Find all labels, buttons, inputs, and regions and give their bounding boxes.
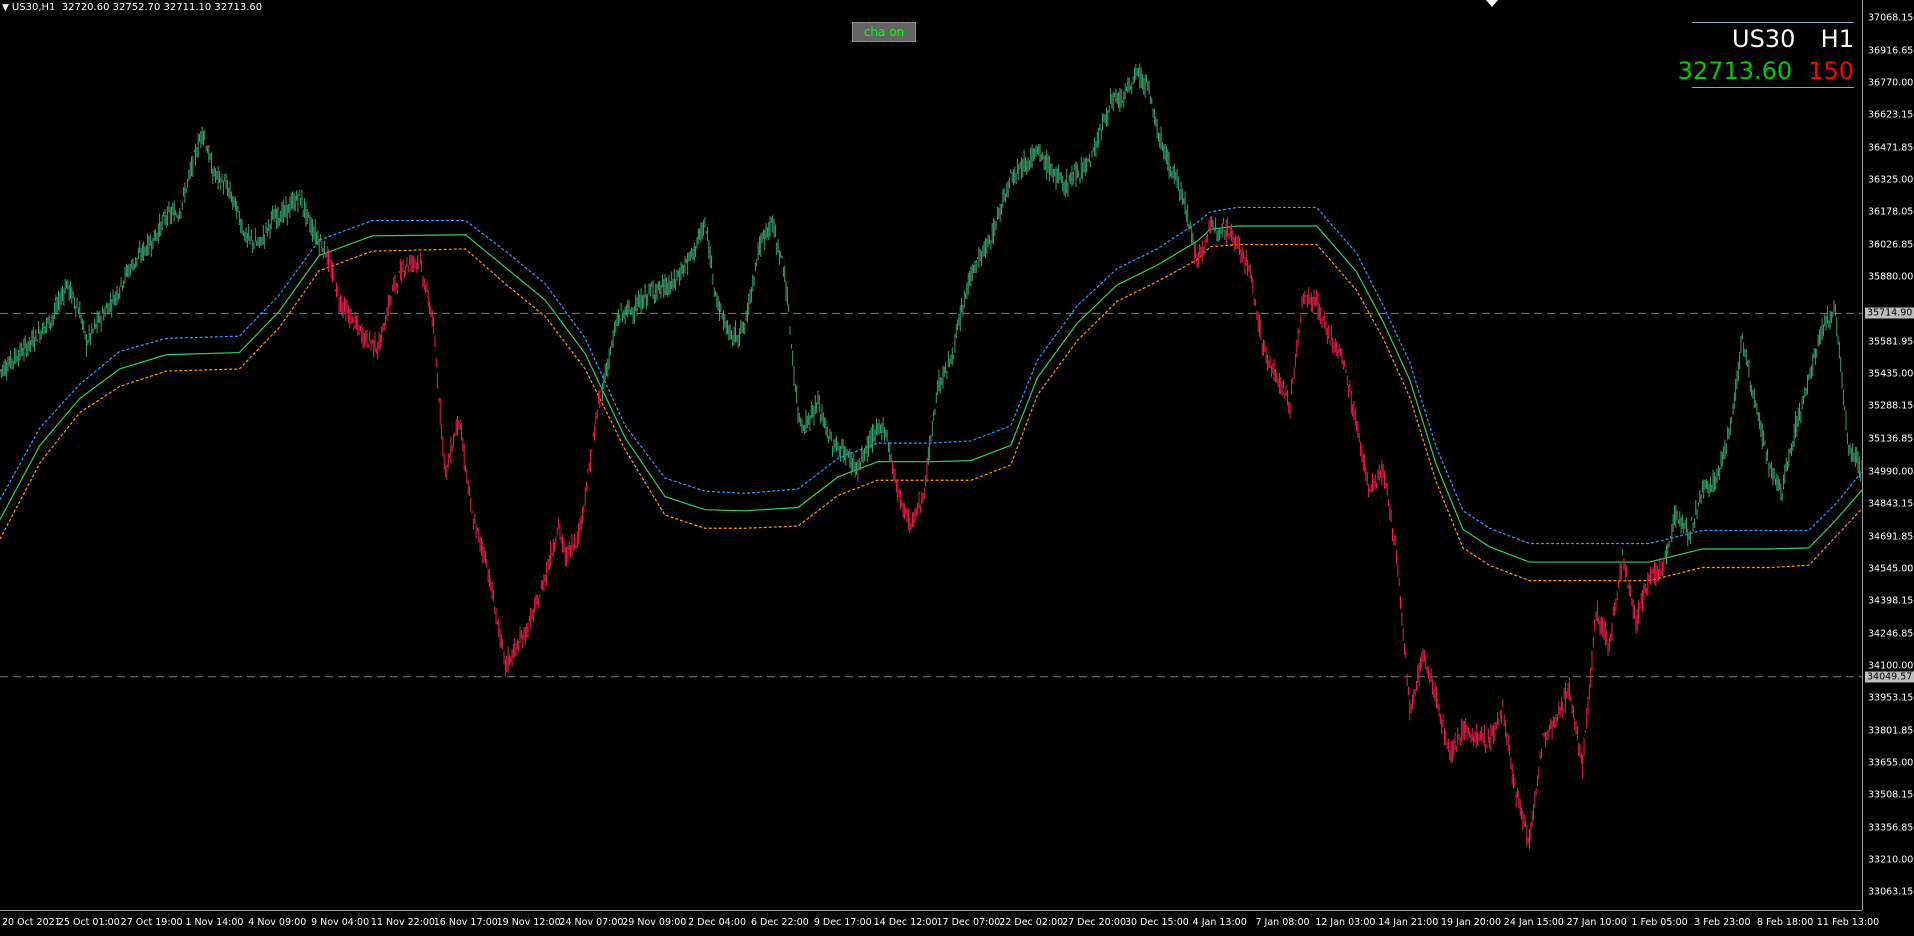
panel-symbol: US30 <box>1732 25 1796 53</box>
price-label: 35880.00 <box>1868 271 1914 283</box>
time-label: 27 Dec 20:00 <box>1062 917 1127 928</box>
time-label: 24 Nov 07:00 <box>559 917 624 928</box>
chart-area[interactable] <box>0 0 1862 910</box>
price-label: 36623.15 <box>1868 109 1914 121</box>
price-label: 37068.15 <box>1868 12 1914 24</box>
level-price-tag: 34049.57 <box>1865 671 1914 683</box>
time-axis[interactable]: 20 Oct 2021 25 Oct 01:00 27 Oct 19:00 1 Nov… <box>0 910 1879 936</box>
price-chart[interactable] <box>0 0 1862 910</box>
price-label: 36471.85 <box>1868 142 1914 154</box>
middle-band-line <box>0 225 1862 563</box>
price-axis[interactable]: 37068.15 36916.65 36770.00 36623.15 36471.85… <box>1862 0 1914 910</box>
candles <box>0 63 1862 850</box>
time-label: 24 Jan 15:00 <box>1503 917 1564 928</box>
time-label: 11 Feb 13:00 <box>1816 917 1880 928</box>
time-label: 4 Nov 09:00 <box>248 917 307 928</box>
time-label: 4 Jan 13:00 <box>1192 917 1247 928</box>
time-label: 1 Nov 14:00 <box>185 917 244 928</box>
price-label: 33801.85 <box>1868 725 1914 737</box>
price-label: 33356.85 <box>1868 822 1914 834</box>
time-label: 6 Dec 22:00 <box>750 917 809 928</box>
time-label: 19 Nov 12:00 <box>496 917 561 928</box>
panel-timeframe: H1 <box>1820 25 1854 53</box>
time-label: 9 Dec 17:00 <box>813 917 872 928</box>
price-label: 36916.65 <box>1868 45 1914 57</box>
price-label: 34843.15 <box>1868 498 1914 510</box>
time-label: 2 Dec 04:00 <box>688 917 747 928</box>
panel-price: 32713.60 <box>1677 57 1793 85</box>
time-label: 1 Feb 05:00 <box>1631 917 1688 928</box>
price-label: 34398.15 <box>1868 595 1914 607</box>
time-label: 12 Jan 03:00 <box>1315 917 1376 928</box>
price-label: 35435.00 <box>1868 368 1914 380</box>
symbol-timeframe: US30,H1 <box>11 2 56 13</box>
price-label: 33063.15 <box>1868 886 1914 898</box>
price-label: 33953.15 <box>1868 692 1914 704</box>
price-label: 36325.00 <box>1868 174 1914 186</box>
time-label: 27 Oct 19:00 <box>120 917 183 928</box>
shift-marker-icon[interactable] <box>1486 0 1498 7</box>
price-label: 33508.15 <box>1868 789 1914 801</box>
time-label: 8 Feb 18:00 <box>1757 917 1814 928</box>
time-label: 11 Nov 22:00 <box>370 917 435 928</box>
price-label: 35581.95 <box>1868 336 1914 348</box>
price-label: 34990.00 <box>1868 466 1914 477</box>
price-label: 36026.85 <box>1868 239 1914 251</box>
time-label: 7 Jan 08:00 <box>1255 917 1310 928</box>
time-label: 14 Jan 21:00 <box>1378 917 1439 928</box>
time-label: 20 Oct 2021 <box>2 917 61 928</box>
time-label: 27 Jan 10:00 <box>1566 917 1627 928</box>
time-label: 29 Nov 09:00 <box>622 917 687 928</box>
level-price-tag: 35714.90 <box>1865 307 1914 319</box>
price-label: 33655.00 <box>1868 757 1914 769</box>
price-label: 34691.85 <box>1868 531 1914 543</box>
time-label: 19 Jan 20:00 <box>1440 917 1502 928</box>
price-label: 34246.85 <box>1868 628 1914 640</box>
symbol-panel: US30 H1 32713.60 150 <box>1678 22 1854 88</box>
time-label: 9 Nov 04:00 <box>311 917 370 928</box>
time-label: 22 Dec 02:00 <box>999 917 1064 928</box>
time-label: 17 Dec 07:00 <box>936 917 1001 928</box>
time-label: 3 Feb 23:00 <box>1694 917 1751 928</box>
price-label: 36770.00 <box>1868 77 1914 89</box>
chart-header: ▼ US30,H1 32720.60 32752.70 32711.10 3271… <box>2 2 262 13</box>
cha-on-button[interactable]: cha on <box>852 22 916 42</box>
price-label: 34545.00 <box>1868 563 1914 575</box>
price-label: 35136.85 <box>1868 433 1914 445</box>
price-label: 33210.00 <box>1868 854 1914 866</box>
time-label: 14 Dec 12:00 <box>873 917 938 928</box>
ohlc-values: 32720.60 32752.70 32711.10 32713.60 <box>61 2 263 13</box>
dropdown-triangle-icon[interactable]: ▼ <box>2 3 9 13</box>
price-label: 34100.00 <box>1868 660 1914 672</box>
time-label: 30 Dec 15:00 <box>1124 917 1189 928</box>
upper-band-line <box>0 206 1862 545</box>
time-label: 16 Nov 17:00 <box>433 917 498 928</box>
panel-spread: 150 <box>1808 57 1854 85</box>
price-label: 36178.05 <box>1868 206 1914 218</box>
price-label: 35288.15 <box>1868 400 1914 412</box>
divider <box>1692 87 1854 88</box>
time-label: 25 Oct 01:00 <box>57 917 120 928</box>
